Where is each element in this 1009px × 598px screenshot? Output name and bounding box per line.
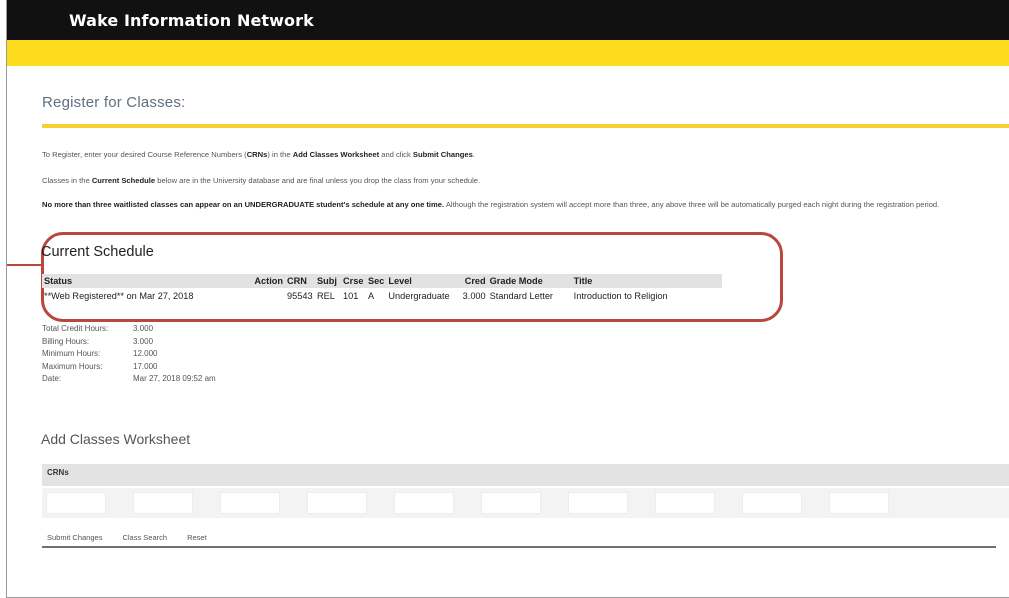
table-row: **Web Registered** on Mar 27, 2018 95543… xyxy=(42,288,722,304)
crn-input[interactable] xyxy=(220,492,280,514)
summary-row: Billing Hours: 3.000 xyxy=(42,336,154,346)
summary-row: Date: Mar 27, 2018 09:52 am xyxy=(42,374,216,384)
add-classes-worksheet-title: Add Classes Worksheet xyxy=(41,431,191,447)
site-title: Wake Information Network xyxy=(69,10,314,30)
crn-input[interactable] xyxy=(568,492,628,514)
summary-row: Maximum Hours: 17.000 xyxy=(42,361,158,371)
cell-crn: 95543 xyxy=(287,291,313,301)
submit-changes-button[interactable]: Submit Changes xyxy=(47,533,102,542)
col-status: Status xyxy=(42,274,247,288)
col-crn: CRN xyxy=(285,274,315,288)
cell-level: Undergraduate xyxy=(388,291,450,301)
crn-input[interactable] xyxy=(655,492,715,514)
reset-button[interactable]: Reset xyxy=(187,533,207,542)
registration-page: Wake Information Network Register for Cl… xyxy=(6,0,1009,598)
hours-summary: Total Credit Hours: 3.000 Billing Hours: 3… xyxy=(42,323,216,386)
heading-divider xyxy=(42,124,1009,128)
crn-input[interactable] xyxy=(133,492,193,514)
class-search-button[interactable]: Class Search xyxy=(122,533,167,542)
bottom-divider xyxy=(42,546,996,548)
col-action: Action xyxy=(247,274,285,288)
table-header-row: Status Action CRN Subj Crse Sec Level Cr… xyxy=(42,274,722,288)
instruction-register: To Register, enter your desired Course R… xyxy=(42,150,475,159)
cell-sec: A xyxy=(368,291,375,301)
current-schedule-title: Current Schedule xyxy=(41,244,154,260)
col-grade-mode: Grade Mode xyxy=(487,274,572,288)
instruction-current-schedule: Classes in the Current Schedule below ar… xyxy=(42,176,481,185)
cell-subj: REL xyxy=(317,291,335,301)
crn-input[interactable] xyxy=(46,492,106,514)
instruction-waitlist: No more than three waitlisted classes ca… xyxy=(42,200,940,209)
summary-row: Minimum Hours: 12.000 xyxy=(42,349,158,359)
cell-status: **Web Registered** on Mar 27, 2018 xyxy=(44,291,194,301)
crn-input[interactable] xyxy=(829,492,889,514)
top-header: Wake Information Network xyxy=(7,0,1009,40)
col-subj: Subj xyxy=(315,274,341,288)
cell-grade-mode: Standard Letter xyxy=(489,291,553,301)
callout-pointer xyxy=(7,264,42,266)
col-sec: Sec xyxy=(366,274,387,288)
col-cred: Cred xyxy=(451,274,488,288)
crn-input[interactable] xyxy=(394,492,454,514)
action-buttons: Submit Changes Class Search Reset xyxy=(47,533,207,542)
cell-crse: 101 xyxy=(343,291,359,301)
col-level: Level xyxy=(386,274,452,288)
gold-banner xyxy=(7,40,1009,66)
cell-cred: 3.000 xyxy=(462,291,486,301)
crn-input[interactable] xyxy=(307,492,367,514)
cell-title: Introduction to Religion xyxy=(573,291,668,301)
summary-row: Total Credit Hours: 3.000 xyxy=(42,324,154,333)
crn-input-row xyxy=(42,488,1009,518)
current-schedule-table: Status Action CRN Subj Crse Sec Level Cr… xyxy=(42,274,722,304)
cell-action[interactable] xyxy=(247,288,285,304)
crn-input[interactable] xyxy=(742,492,802,514)
crns-header: CRNs xyxy=(42,464,1009,486)
col-crse: Crse xyxy=(341,274,366,288)
col-title: Title xyxy=(571,274,722,288)
crn-input[interactable] xyxy=(481,492,541,514)
page-title: Register for Classes: xyxy=(42,94,186,111)
